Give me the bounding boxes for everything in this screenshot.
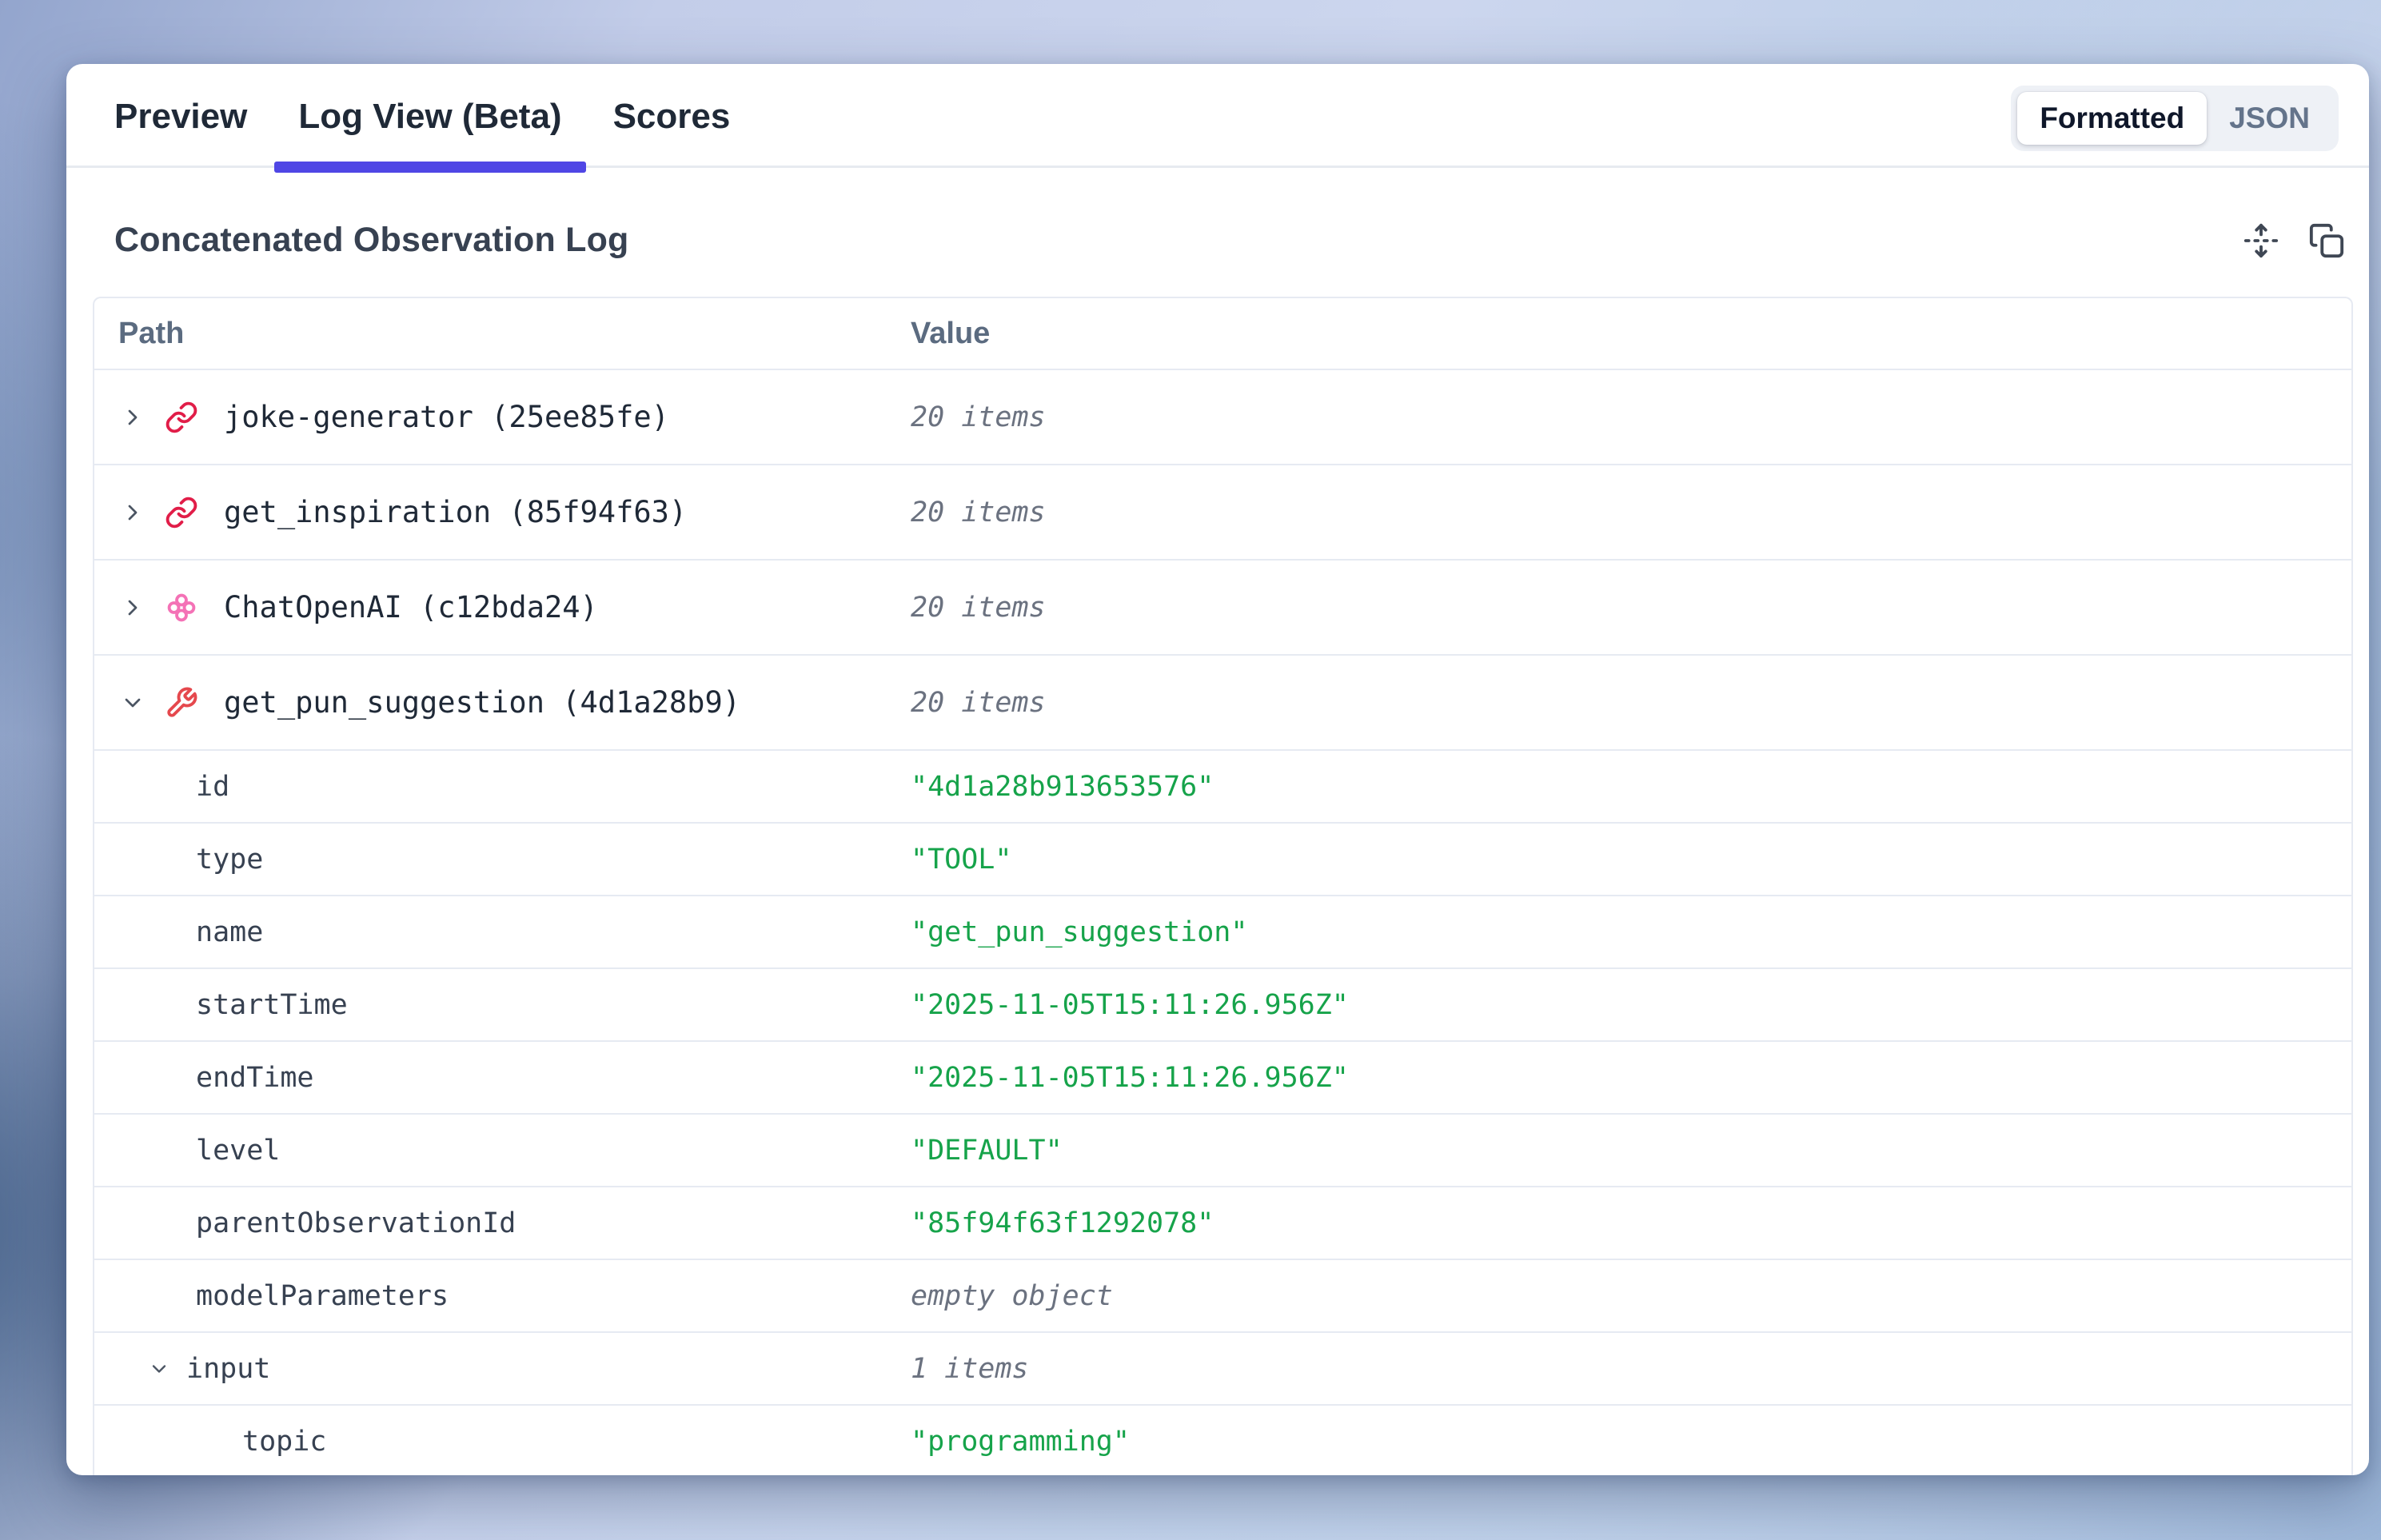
path-key: level — [196, 1135, 280, 1167]
log-view-panel: Preview Log View (Beta) Scores Formatted… — [66, 64, 2369, 1475]
value-text: "2025-11-05T15:11:26.956Z" — [911, 1062, 1349, 1094]
value-text: "programming" — [911, 1426, 1130, 1458]
tab-scores[interactable]: Scores — [588, 97, 756, 166]
table-row[interactable]: input 1 items — [94, 1333, 2351, 1406]
value-cell: "4d1a28b913653576" — [911, 771, 2351, 803]
value-cell: "2025-11-05T15:11:26.956Z" — [911, 989, 2351, 1021]
column-header-value: Value — [911, 317, 990, 351]
value-cell: "get_pun_suggestion" — [911, 916, 2351, 948]
path-cell: level — [94, 1135, 911, 1167]
path-cell: startTime — [94, 989, 911, 1021]
path-key: get_inspiration (85f94f63) — [224, 495, 687, 529]
copy-icon[interactable] — [2308, 222, 2345, 259]
tab-log-view[interactable]: Log View (Beta) — [273, 97, 587, 166]
path-cell: get_pun_suggestion (4d1a28b9) — [94, 685, 911, 720]
path-key: endTime — [196, 1062, 314, 1094]
value-text: "2025-11-05T15:11:26.956Z" — [911, 989, 1349, 1021]
section-header: Concatenated Observation Log — [114, 221, 2345, 260]
value-text: 20 items — [911, 497, 1046, 529]
tab-bar: Preview Log View (Beta) Scores Formatted… — [66, 64, 2369, 168]
table-row[interactable]: ChatOpenAI (c12bda24) 20 items — [94, 561, 2351, 656]
model-icon — [165, 591, 198, 624]
value-text: "DEFAULT" — [911, 1135, 1063, 1167]
table-row[interactable]: parentObservationId "85f94f63f1292078" — [94, 1187, 2351, 1260]
value-cell: empty object — [911, 1280, 2351, 1312]
unfold-vertical-icon[interactable] — [2243, 222, 2279, 259]
table-row[interactable]: get_pun_suggestion (4d1a28b9) 20 items — [94, 656, 2351, 751]
value-cell: 20 items — [911, 497, 2351, 529]
table-row[interactable]: modelParameters empty object — [94, 1260, 2351, 1333]
path-key: type — [196, 844, 263, 876]
path-key: parentObservationId — [196, 1207, 516, 1239]
tab-preview[interactable]: Preview — [89, 97, 273, 166]
value-cell: "2025-11-05T15:11:26.956Z" — [911, 1062, 2351, 1094]
path-cell: get_inspiration (85f94f63) — [94, 495, 911, 529]
path-key: startTime — [196, 989, 348, 1021]
toggle-json[interactable]: JSON — [2207, 92, 2332, 145]
table-body: joke-generator (25ee85fe) 20 items get_i… — [94, 370, 2351, 1475]
chevron-down-icon[interactable] — [148, 1358, 170, 1380]
value-text: empty object — [911, 1280, 1113, 1312]
value-cell: 20 items — [911, 401, 2351, 433]
path-cell: ChatOpenAI (c12bda24) — [94, 590, 911, 624]
path-cell: name — [94, 916, 911, 948]
table-row[interactable]: joke-generator (25ee85fe) 20 items — [94, 370, 2351, 465]
value-cell: "TOOL" — [911, 844, 2351, 876]
chevron-right-icon[interactable] — [120, 595, 146, 620]
value-cell: 1 items — [911, 1353, 2351, 1385]
value-text: 20 items — [911, 401, 1046, 433]
value-text: "TOOL" — [911, 844, 1011, 876]
table-row[interactable]: level "DEFAULT" — [94, 1115, 2351, 1187]
path-cell: input — [94, 1353, 911, 1385]
path-key: id — [196, 771, 229, 803]
table-row[interactable]: startTime "2025-11-05T15:11:26.956Z" — [94, 969, 2351, 1042]
value-text: "4d1a28b913653576" — [911, 771, 1214, 803]
value-cell: 20 items — [911, 687, 2351, 719]
value-text: 1 items — [911, 1353, 1029, 1385]
format-toggle: Formatted JSON — [2011, 86, 2339, 151]
table-row[interactable]: type "TOOL" — [94, 824, 2351, 896]
table-row[interactable]: name "get_pun_suggestion" — [94, 896, 2351, 969]
toggle-formatted[interactable]: Formatted — [2017, 92, 2207, 145]
table-row[interactable]: id "4d1a28b913653576" — [94, 751, 2351, 824]
path-key: get_pun_suggestion (4d1a28b9) — [224, 685, 740, 720]
path-cell: topic — [94, 1426, 911, 1458]
value-text: "85f94f63f1292078" — [911, 1207, 1214, 1239]
value-cell: 20 items — [911, 592, 2351, 624]
value-text: 20 items — [911, 592, 1046, 624]
path-key: joke-generator (25ee85fe) — [224, 400, 669, 434]
observation-log-table: Path Value joke-generator (25ee85fe) 20 … — [93, 297, 2353, 1475]
path-cell: modelParameters — [94, 1280, 911, 1312]
chevron-right-icon[interactable] — [120, 500, 146, 525]
path-cell: parentObservationId — [94, 1207, 911, 1239]
path-cell: id — [94, 771, 911, 803]
header-actions — [2243, 222, 2345, 259]
value-cell: "DEFAULT" — [911, 1135, 2351, 1167]
table-header-row: Path Value — [94, 298, 2351, 370]
column-header-path: Path — [118, 317, 184, 351]
page-title: Concatenated Observation Log — [114, 221, 629, 260]
path-key: name — [196, 916, 263, 948]
table-row[interactable]: get_inspiration (85f94f63) 20 items — [94, 465, 2351, 561]
tabs: Preview Log View (Beta) Scores — [89, 64, 756, 166]
path-cell: joke-generator (25ee85fe) — [94, 400, 911, 434]
chevron-right-icon[interactable] — [120, 405, 146, 430]
link-icon — [165, 496, 198, 529]
value-cell: "85f94f63f1292078" — [911, 1207, 2351, 1239]
table-row[interactable]: endTime "2025-11-05T15:11:26.956Z" — [94, 1042, 2351, 1115]
path-key: input — [186, 1353, 270, 1385]
link-icon — [165, 401, 198, 434]
path-cell: endTime — [94, 1062, 911, 1094]
value-text: "get_pun_suggestion" — [911, 916, 1247, 948]
wrench-icon — [165, 686, 198, 720]
value-text: 20 items — [911, 687, 1046, 719]
table-row[interactable]: topic "programming" — [94, 1406, 2351, 1475]
path-cell: type — [94, 844, 911, 876]
chevron-down-icon[interactable] — [120, 690, 146, 716]
path-key: ChatOpenAI (c12bda24) — [224, 590, 598, 624]
value-cell: "programming" — [911, 1426, 2351, 1458]
path-key: topic — [242, 1426, 326, 1458]
path-key: modelParameters — [196, 1280, 449, 1312]
